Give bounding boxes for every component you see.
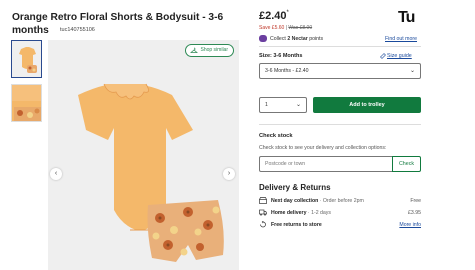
- check-stock-heading: Check stock: [259, 133, 293, 139]
- product-image: [48, 40, 239, 270]
- shop-similar-label: Shop similar: [200, 47, 228, 53]
- more-info-link[interactable]: More info: [399, 222, 421, 228]
- check-stock-button[interactable]: Check: [392, 156, 421, 172]
- next-image-button[interactable]: ›: [223, 168, 235, 180]
- chevron-right-icon: ›: [227, 170, 231, 177]
- quantity-value: 1: [265, 102, 268, 108]
- postcode-input[interactable]: Postcode or town: [259, 156, 393, 172]
- add-to-trolley-button[interactable]: Add to trolley: [313, 97, 421, 113]
- nectar-suffix: points: [307, 36, 324, 42]
- delivery-label: Free returns to store: [271, 222, 322, 228]
- nectar-points-value: 2 Nectar: [287, 36, 308, 42]
- delivery-sub: · Order before 2pm: [318, 198, 364, 204]
- returns-icon: [260, 221, 266, 228]
- delivery-value: Free: [410, 198, 421, 204]
- price-value: £2.40: [259, 10, 287, 22]
- product-title: Orange Retro Floral Shorts & Bodysuit - …: [12, 12, 224, 36]
- size-guide-link[interactable]: Size guide: [387, 53, 412, 59]
- save-amount: Save £5.60: [259, 25, 285, 31]
- was-price: Was £8.00: [288, 25, 313, 31]
- product-sku: tuc140755106: [60, 27, 95, 33]
- delivery-label: Next day collection: [271, 198, 319, 204]
- quantity-select[interactable]: 1 ⌄: [259, 97, 307, 113]
- delivery-returns-heading: Delivery & Returns: [259, 183, 331, 192]
- thumbnail-2-image: [12, 85, 41, 121]
- previous-image-button[interactable]: ‹: [50, 168, 62, 180]
- delivery-label: Home delivery: [271, 210, 307, 216]
- chevron-down-icon: ⌄: [409, 68, 415, 74]
- product-price: £2.40*: [259, 10, 289, 22]
- shop-similar-button[interactable]: Shop similar: [185, 44, 234, 57]
- thumbnail-1[interactable]: [11, 40, 42, 78]
- chevron-down-icon: ⌄: [295, 102, 301, 108]
- find-out-more-link[interactable]: Find out more: [385, 36, 417, 42]
- delivery-value: £3.95: [408, 210, 421, 216]
- product-image-gallery: Shop similar ‹ ›: [48, 40, 239, 270]
- thumbnail-1-image: [12, 41, 41, 77]
- check-stock-description: Check stock to see your delivery and col…: [259, 145, 387, 151]
- chevron-left-icon: ‹: [54, 170, 58, 177]
- price-savings: Save £5.60 | Was £8.00: [259, 25, 312, 31]
- delivery-row-home: Home delivery · 1-2 days £3.95: [259, 209, 421, 218]
- size-label: Size: 3-6 Months: [259, 53, 303, 59]
- divider: [259, 46, 421, 47]
- hanger-icon: [190, 47, 199, 53]
- delivery-row-returns: Free returns to store More info: [259, 221, 421, 230]
- nectar-icon: [259, 35, 267, 42]
- delivery-sub: · 1-2 days: [306, 210, 331, 216]
- store-icon: [259, 197, 267, 204]
- divider: [259, 124, 421, 125]
- price-asterisk: *: [286, 10, 289, 16]
- thumbnail-2[interactable]: [11, 84, 42, 122]
- nectar-points: Collect 2 Nectar points: [270, 36, 323, 42]
- thumbnail-list: [11, 40, 42, 128]
- size-select[interactable]: 3-6 Months - £2.40 ⌄: [259, 63, 421, 79]
- van-icon: [259, 209, 267, 216]
- size-select-value: 3-6 Months - £2.40: [265, 68, 309, 74]
- ruler-icon: [380, 53, 386, 59]
- delivery-row-collection: Next day collection · Order before 2pm F…: [259, 197, 421, 206]
- tu-logo: Tu: [398, 9, 415, 26]
- nectar-prefix: Collect: [270, 36, 288, 42]
